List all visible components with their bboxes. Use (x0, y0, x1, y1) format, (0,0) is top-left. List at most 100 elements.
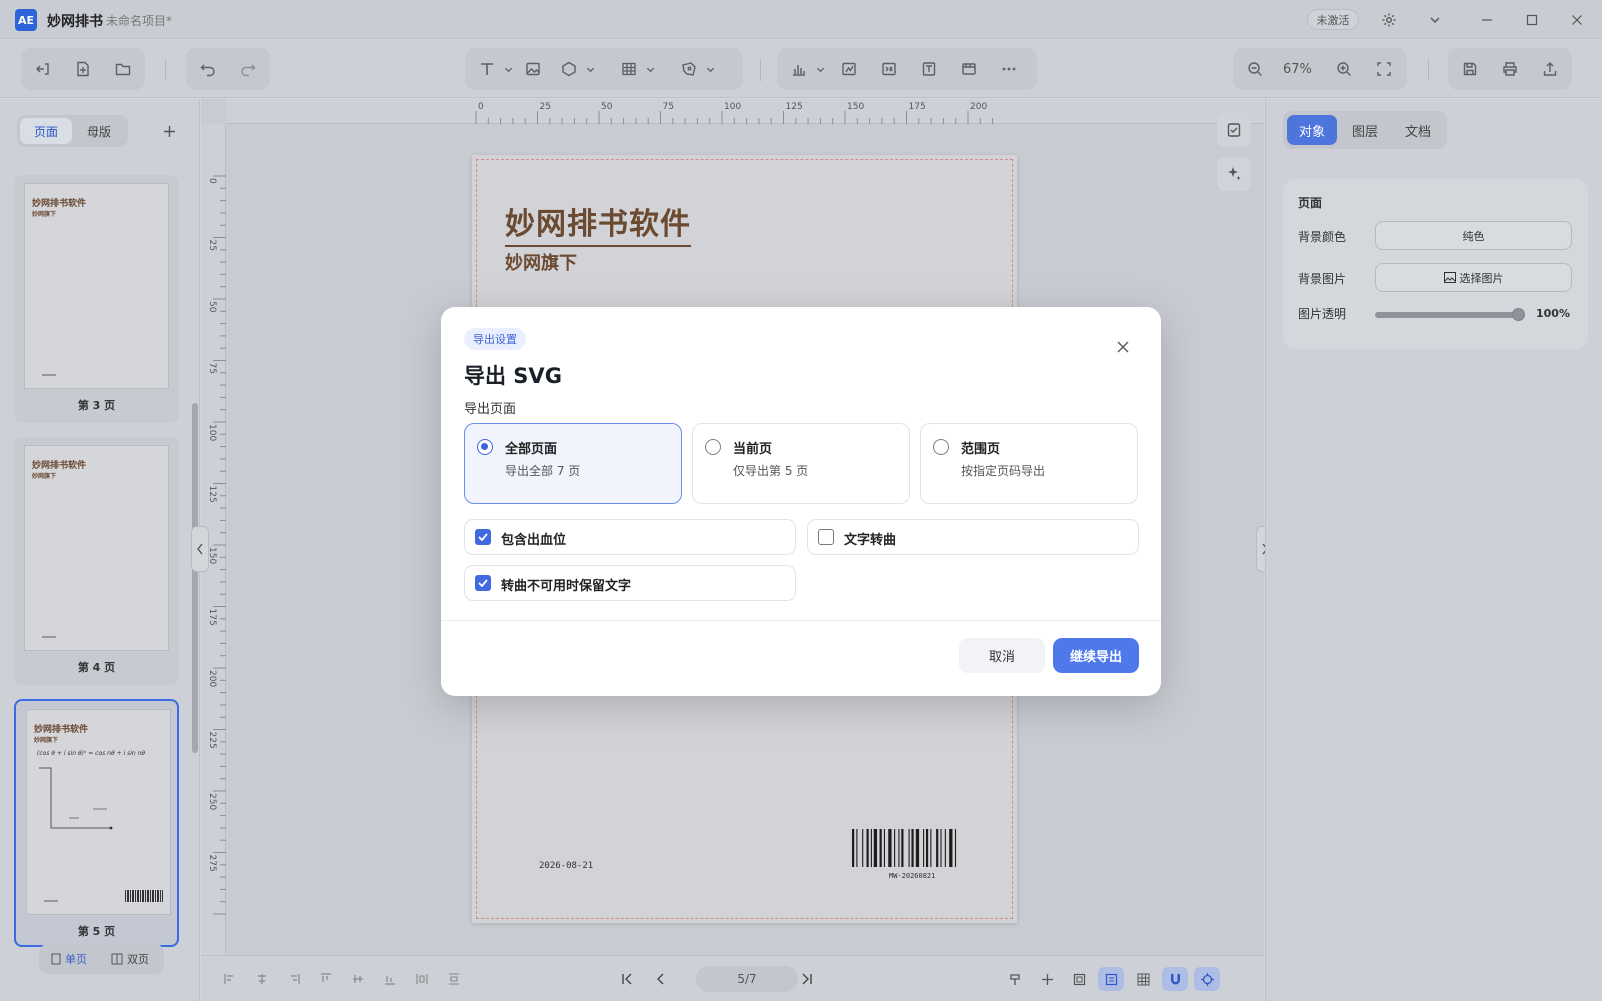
opacity-slider-handle[interactable] (1512, 308, 1525, 321)
align-center-h-icon[interactable] (249, 967, 275, 991)
fit-screen-icon[interactable] (1372, 57, 1396, 81)
open-folder-icon[interactable] (111, 57, 135, 81)
barcode[interactable] (852, 829, 987, 867)
export-icon[interactable] (1538, 57, 1562, 81)
collapse-left-panel[interactable] (191, 526, 209, 572)
minimize-icon[interactable] (1475, 8, 1499, 32)
frame-icon[interactable] (1066, 967, 1092, 991)
chevron-down-icon[interactable] (814, 61, 826, 77)
thumbnail-label: 第 4 页 (77, 661, 116, 674)
continue-export-button[interactable]: 继续导出 (1053, 638, 1139, 673)
checklist-icon[interactable] (1217, 113, 1251, 147)
page-thumbnail-5[interactable]: 妙网排书软件 妙网旗下 (cos θ + i sin θ)ⁿ = cos nθ … (14, 699, 179, 947)
double-page-mode[interactable]: 双页 (111, 948, 149, 970)
image-tool-icon[interactable] (521, 57, 545, 81)
single-page-mode[interactable]: 单页 (51, 948, 87, 970)
radio-button[interactable] (933, 439, 949, 455)
zoom-out-icon[interactable] (1243, 57, 1267, 81)
magnet-snap-icon[interactable] (1162, 967, 1188, 991)
close-window-icon[interactable] (1565, 8, 1589, 32)
chevron-down-icon[interactable] (1423, 8, 1447, 32)
ai-sparkle-icon[interactable] (1217, 157, 1251, 191)
checkbox-unchecked[interactable] (818, 529, 834, 545)
align-right-icon[interactable] (281, 967, 307, 991)
undo-icon[interactable] (196, 57, 220, 81)
textbox-tool-icon[interactable] (917, 57, 941, 81)
save-icon[interactable] (1458, 57, 1482, 81)
page-number-input[interactable]: 5/7 (696, 966, 798, 992)
page-title[interactable]: 妙网排书软件 (505, 199, 691, 247)
previous-page-icon[interactable] (648, 967, 674, 991)
tab-document[interactable]: 文档 (1393, 115, 1443, 145)
keep-text-option[interactable]: 转曲不可用时保留文字 (464, 565, 796, 601)
chevron-down-icon[interactable] (584, 61, 596, 77)
target-snap-icon[interactable] (1194, 967, 1220, 991)
variable-tool-icon[interactable] (877, 57, 901, 81)
option-page-range[interactable]: 范围页 按指定页码导出 (920, 423, 1138, 504)
output-tool-group (1448, 48, 1572, 90)
checkbox-checked[interactable] (475, 575, 491, 591)
distribute-h-icon[interactable] (409, 967, 435, 991)
chevron-down-icon[interactable] (644, 61, 656, 77)
settings-icon[interactable] (1377, 8, 1401, 32)
align-bottom-icon[interactable] (377, 967, 403, 991)
maximize-icon[interactable] (1520, 8, 1544, 32)
page-thumbnail-3[interactable]: 妙网排书软件 妙网旗下 第 3 页 (14, 175, 179, 423)
tab-object[interactable]: 对象 (1287, 115, 1337, 145)
pages-scrollbar[interactable] (192, 403, 198, 753)
grid-icon[interactable] (1130, 967, 1156, 991)
horizontal-ruler[interactable]: 0 25 50 75 100 125 150 175 200 (226, 99, 1264, 124)
more-icon[interactable] (997, 57, 1021, 81)
add-icon[interactable] (158, 120, 180, 142)
align-left-icon[interactable] (217, 967, 243, 991)
tab-pages[interactable]: 页面 (20, 118, 72, 144)
formula-tool-icon[interactable] (837, 57, 861, 81)
text-tool-icon[interactable] (475, 57, 499, 81)
app-name: 妙网排书 (47, 14, 103, 30)
align-top-icon[interactable] (313, 967, 339, 991)
page-date[interactable]: 2026-08-21 (539, 861, 593, 871)
barcode-bar (901, 829, 904, 867)
radio-button[interactable] (477, 439, 493, 455)
title-bar: AE 妙网排书 未命名项目* 未激活 (0, 0, 1602, 39)
first-page-icon[interactable] (614, 967, 640, 991)
barcode-bar (898, 829, 900, 867)
chart-tool-icon[interactable] (787, 57, 811, 81)
option-all-pages[interactable]: 全部页面 导出全部 7 页 (464, 423, 682, 504)
chevron-down-icon[interactable] (502, 61, 514, 77)
opacity-slider[interactable] (1375, 312, 1518, 318)
align-middle-icon[interactable] (345, 967, 371, 991)
page-thumbnail-4[interactable]: 妙网排书软件 妙网旗下 第 4 页 (14, 437, 179, 685)
margin-guide-icon[interactable] (1098, 967, 1124, 991)
zoom-level[interactable]: 67% (1283, 62, 1312, 77)
distribute-v-icon[interactable] (441, 967, 467, 991)
print-icon[interactable] (1498, 57, 1522, 81)
new-file-icon[interactable] (71, 57, 95, 81)
media-tool-icon[interactable] (957, 57, 981, 81)
option-current-page[interactable]: 当前页 仅导出第 5 页 (692, 423, 910, 504)
chevron-down-icon[interactable] (704, 61, 716, 77)
move-icon[interactable] (1034, 967, 1060, 991)
zoom-in-icon[interactable] (1332, 57, 1356, 81)
table-tool-icon[interactable] (617, 57, 641, 81)
pen-tool-icon[interactable] (677, 57, 701, 81)
tab-master[interactable]: 母版 (73, 118, 125, 144)
page-subtitle[interactable]: 妙网旗下 (505, 249, 577, 275)
checkbox-checked[interactable] (475, 529, 491, 545)
tab-layers[interactable]: 图层 (1340, 115, 1390, 145)
outline-text-option[interactable]: 文字转曲 (807, 519, 1139, 555)
redo-icon[interactable] (236, 57, 260, 81)
close-icon[interactable] (1111, 335, 1135, 359)
choose-image-button[interactable]: 选择图片 (1375, 263, 1572, 292)
cancel-button[interactable]: 取消 (959, 638, 1045, 673)
bg-color-select[interactable]: 纯色 (1375, 221, 1572, 250)
exit-icon[interactable] (31, 57, 55, 81)
radio-button[interactable] (705, 439, 721, 455)
include-bleed-option[interactable]: 包含出血位 (464, 519, 796, 555)
page-thumbnail-preview: 妙网排书软件 妙网旗下 (24, 445, 169, 651)
thumbnail-formula: (cos θ + i sin θ)ⁿ = cos nθ + i sin nθ (37, 750, 146, 757)
activate-button[interactable]: 未激活 (1307, 9, 1359, 30)
shape-tool-icon[interactable] (557, 57, 581, 81)
ruler-label: 25 (207, 240, 217, 251)
format-painter-icon[interactable] (1002, 967, 1028, 991)
